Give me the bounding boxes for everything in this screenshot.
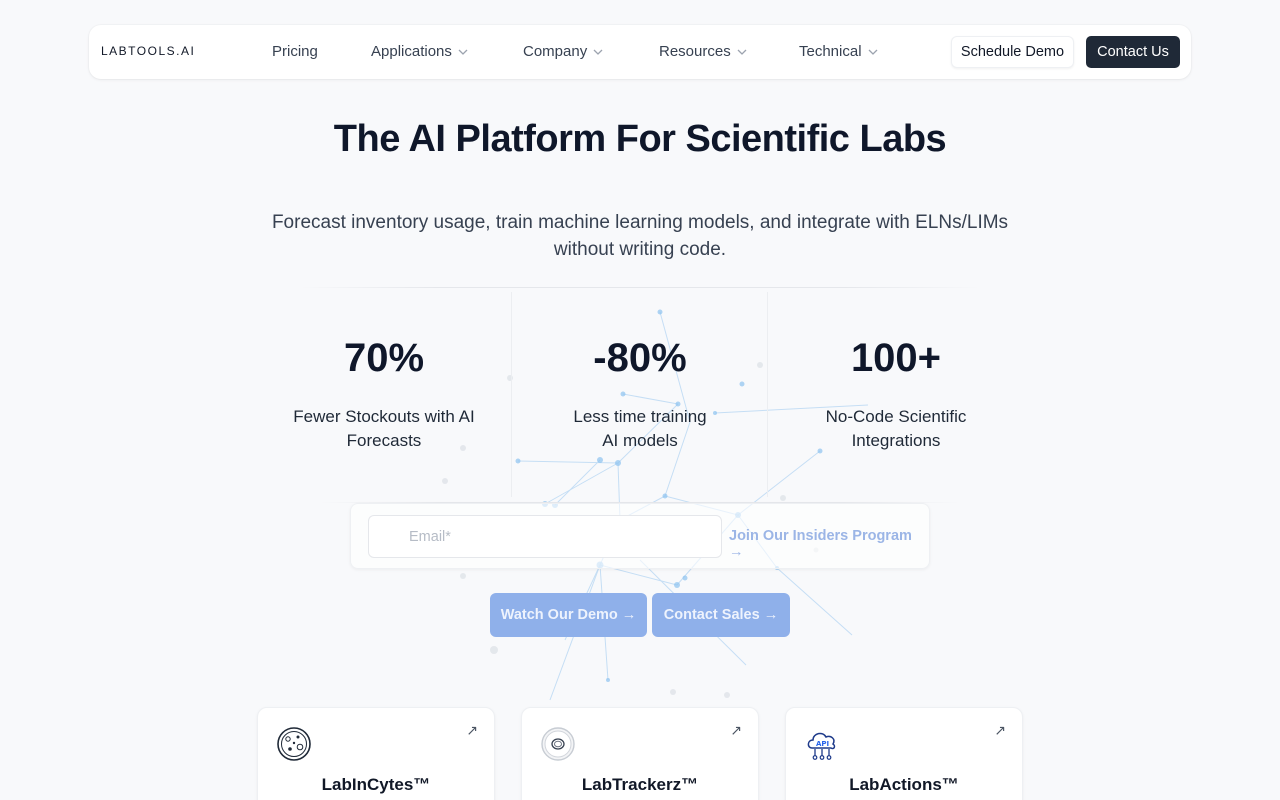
stat-value: 100+ [850, 336, 942, 380]
nav-applications-label: Applications [371, 43, 452, 60]
tape-roll-icon [541, 727, 575, 761]
nav-resources-label: Resources [659, 43, 731, 60]
stats-divider-top [300, 287, 980, 288]
join-insiders-button[interactable]: Join Our Insiders Program → [729, 528, 929, 560]
nav-company-label: Company [523, 43, 588, 60]
stats-divider [767, 292, 768, 497]
contact-us-button[interactable]: Contact Us [1086, 36, 1180, 68]
nav-pricing[interactable]: Pricing [272, 43, 318, 60]
stat-stockouts: 70% Fewer Stockouts with AI Forecasts [284, 336, 484, 453]
chevron-down-icon [737, 49, 747, 55]
stat-label: No-Code Scientific Integrations [825, 407, 967, 450]
product-card-labactions[interactable]: API ↗ LabActions™ [785, 707, 1023, 800]
product-card-labincytes[interactable]: ↗ LabInCytes™ [257, 707, 495, 800]
watch-demo-button[interactable]: Watch Our Demo → [490, 593, 647, 637]
external-arrow-icon: ↗ [994, 722, 1006, 738]
chevron-down-icon [868, 49, 878, 55]
nav-technical[interactable]: Technical [799, 43, 878, 60]
contact-sales-button[interactable]: Contact Sales → [652, 593, 790, 637]
chevron-down-icon [593, 49, 603, 55]
svg-text:API: API [816, 740, 829, 748]
petri-dish-icon [277, 727, 311, 761]
nav-applications[interactable]: Applications [371, 43, 468, 60]
email-field[interactable] [368, 515, 722, 558]
nav-resources[interactable]: Resources [659, 43, 747, 60]
card-title: LabTrackerz™ [581, 775, 699, 794]
hero-title: The AI Platform For Scientific Labs [333, 118, 947, 160]
stats-divider [511, 292, 512, 497]
stat-label: Fewer Stockouts with AI Forecasts [293, 407, 475, 450]
external-arrow-icon: ↗ [730, 722, 742, 738]
card-title: LabInCytes™ [321, 775, 431, 794]
chevron-down-icon [458, 49, 468, 55]
api-cloud-icon: API [807, 732, 836, 760]
nav-technical-label: Technical [799, 43, 862, 60]
stat-label: Less time training AI models [573, 407, 707, 450]
schedule-demo-button[interactable]: Schedule Demo [951, 36, 1074, 68]
top-navbar: LABTOOLS.AI Pricing Applications Company… [89, 25, 1191, 79]
insiders-signup-form: Join Our Insiders Program → [350, 503, 930, 569]
external-arrow-icon: ↗ [466, 722, 478, 738]
nav-company[interactable]: Company [523, 43, 603, 60]
stat-value: -80% [593, 336, 687, 380]
card-title: LabActions™ [849, 775, 959, 794]
stat-training-time: -80% Less time training AI models [540, 336, 740, 453]
hero-subtitle: Forecast inventory usage, train machine … [271, 212, 1009, 260]
labtools-logo[interactable]: LABTOOLS.AI [101, 44, 195, 58]
nav-pricing-label: Pricing [272, 43, 318, 60]
stat-integrations: 100+ No-Code Scientific Integrations [796, 336, 996, 453]
product-card-labtrackerz[interactable]: ↗ LabTrackerz™ [521, 707, 759, 800]
stat-value: 70% [343, 336, 425, 380]
